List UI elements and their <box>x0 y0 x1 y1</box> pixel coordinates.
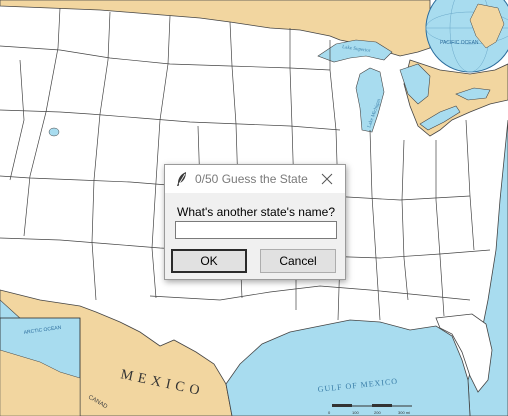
close-button[interactable] <box>309 165 345 193</box>
scale-label-300: 300 mi <box>398 410 410 415</box>
cancel-button[interactable]: Cancel <box>260 249 336 273</box>
great-salt-lake <box>48 127 60 137</box>
ok-button[interactable]: OK <box>171 249 247 273</box>
state-name-input[interactable] <box>175 221 337 239</box>
feather-icon <box>175 171 189 187</box>
dialog-titlebar[interactable]: 0/50 Guess the State <box>165 165 345 193</box>
close-icon <box>321 173 333 185</box>
guess-state-dialog: 0/50 Guess the State What's another stat… <box>164 164 346 280</box>
scale-label-100: 100 <box>352 410 359 415</box>
dialog-prompt: What's another state's name? <box>177 205 335 219</box>
scale-label-200: 200 <box>374 410 381 415</box>
dialog-title: 0/50 Guess the State <box>195 172 308 186</box>
pacific-ocean-label: PACIFIC OCEAN <box>440 40 479 46</box>
